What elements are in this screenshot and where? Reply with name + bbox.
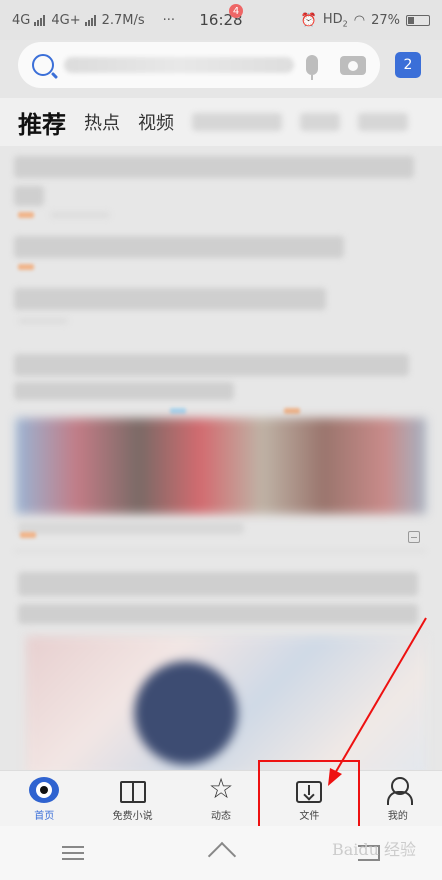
feed-item-meta: [18, 318, 68, 324]
tab-blurred[interactable]: [358, 113, 408, 131]
bottom-nav: 首页 免费小说 ☆ 动态 文件 我的: [0, 770, 442, 826]
feed-item-title[interactable]: [14, 382, 234, 400]
tab-blurred[interactable]: [192, 113, 282, 131]
more-dots: ···: [162, 12, 176, 28]
nav-novel-label: 免费小说: [112, 811, 153, 822]
hd-text: HD: [322, 11, 343, 27]
nav-profile[interactable]: 我的: [354, 771, 442, 826]
nav-home[interactable]: 首页: [0, 771, 88, 826]
dislike-icon[interactable]: [408, 531, 420, 543]
feed-item-image[interactable]: [26, 636, 426, 770]
notification-badge: 4: [229, 4, 243, 18]
nav-novel[interactable]: 免费小说: [88, 771, 176, 826]
feed-item-tag: [18, 212, 34, 218]
feed-item-meta: [18, 522, 244, 534]
tab-video[interactable]: 视频: [138, 109, 174, 135]
nav-activity-label: 动态: [211, 811, 232, 822]
signal2-icon: [84, 14, 96, 26]
feed-item-title[interactable]: [14, 354, 409, 376]
feed-item-tag: [170, 408, 186, 414]
battery-label: 27%: [371, 12, 400, 28]
feed-item-tag: [284, 408, 300, 414]
speed-label: 2.7M/s: [101, 12, 145, 28]
network-label: 4G: [12, 12, 31, 28]
nav-home-label: 首页: [34, 811, 55, 822]
microphone-icon[interactable]: [306, 55, 318, 80]
nav-activity[interactable]: ☆ 动态: [177, 771, 265, 826]
status-bar: 4G 4G+ 2.7M/s ··· 16:28 ⏰ HD2 ◠ 27%: [0, 0, 442, 40]
feed-item-meta: [50, 212, 110, 218]
feed-item-title[interactable]: [18, 572, 418, 596]
tab-count-button[interactable]: 2: [395, 52, 421, 78]
tab-blurred[interactable]: [300, 113, 340, 131]
alarm-icon: ⏰: [300, 12, 317, 28]
divider: [14, 550, 426, 552]
feed-item-title[interactable]: [14, 186, 44, 206]
tab-recommend[interactable]: 推荐: [18, 105, 66, 140]
feed-item-title[interactable]: [18, 604, 418, 624]
highlight-box: [258, 760, 360, 828]
signal-icon: [34, 14, 46, 26]
star-icon: ☆: [208, 772, 234, 805]
category-tabs: 推荐 热点 视频: [0, 98, 442, 146]
feed-item-image[interactable]: [16, 418, 426, 514]
screen: 4G 4G+ 2.7M/s ··· 16:28 ⏰ HD2 ◠ 27% 2 推荐…: [0, 0, 442, 880]
feed-item-title[interactable]: [14, 156, 414, 178]
search-bar[interactable]: [18, 42, 380, 88]
menu-icon[interactable]: [61, 846, 84, 860]
news-feed[interactable]: [0, 146, 442, 770]
home-icon[interactable]: [207, 844, 235, 862]
feed-item-title[interactable]: [14, 236, 344, 258]
battery-icon: [406, 14, 430, 26]
tab-hot[interactable]: 热点: [84, 109, 120, 135]
feed-item-tag: [18, 264, 34, 270]
camera-icon[interactable]: [340, 55, 366, 75]
search-icon: [32, 54, 54, 76]
search-input[interactable]: [64, 57, 294, 73]
status-right: ⏰ HD2 ◠ 27%: [300, 12, 430, 29]
person-icon: [386, 777, 413, 805]
wifi-icon: ◠: [353, 12, 366, 28]
hd-sub: 2: [342, 19, 348, 29]
hd-label: HD2: [323, 12, 348, 29]
status-left: 4G 4G+ 2.7M/s ···: [12, 13, 301, 28]
nav-profile-label: 我的: [387, 811, 408, 822]
eye-icon: [29, 777, 60, 803]
feed-item-tag: [20, 532, 36, 538]
watermark: Baidu 经验: [332, 840, 417, 859]
feed-item-title[interactable]: [14, 288, 326, 310]
network2-label: 4G+: [51, 12, 81, 28]
book-icon: [119, 781, 146, 803]
